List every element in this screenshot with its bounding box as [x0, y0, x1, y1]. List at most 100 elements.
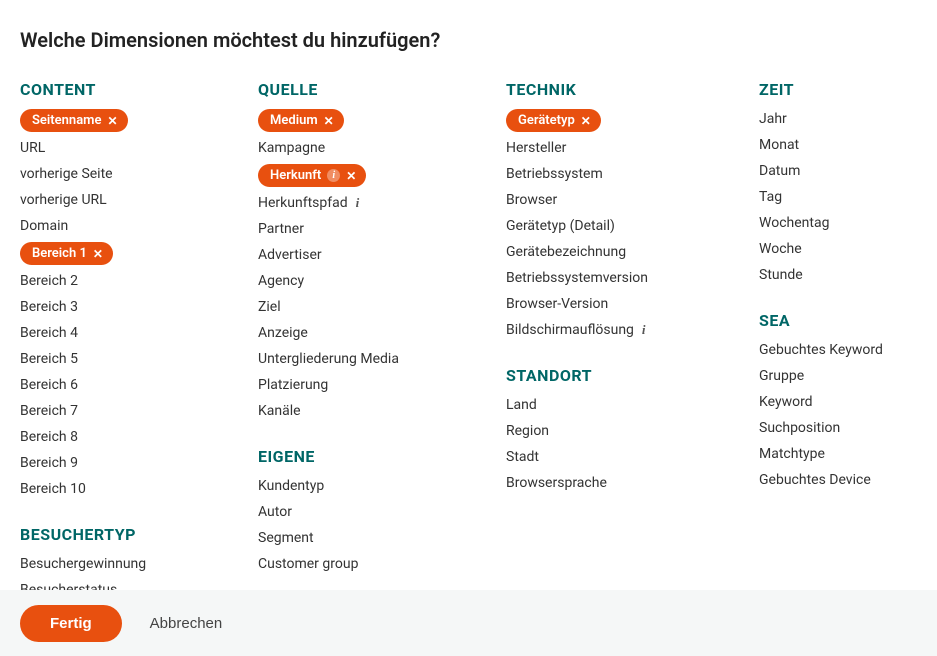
dimension-item-label: Bereich 8 — [20, 429, 78, 445]
dimension-chip[interactable]: Medium✕ — [258, 109, 344, 132]
dimension-item[interactable]: Betriebssystem — [506, 164, 731, 184]
dimension-item[interactable]: Gebuchtes Device — [759, 470, 937, 490]
dimension-item-label: Gruppe — [759, 368, 804, 384]
dimension-item[interactable]: Datum — [759, 161, 937, 181]
dimension-item[interactable]: Domain — [20, 216, 230, 236]
dimension-item-label: Land — [506, 397, 537, 413]
remove-icon[interactable]: ✕ — [93, 248, 103, 260]
info-icon[interactable]: i — [642, 322, 646, 338]
dimension-item[interactable]: Autor — [258, 502, 478, 522]
remove-icon[interactable]: ✕ — [346, 170, 356, 182]
dimension-item[interactable]: Betriebssystemversion — [506, 268, 731, 288]
dimension-item[interactable]: Besucherstatus — [20, 580, 230, 590]
dimension-item-label: Betriebssystemversion — [506, 270, 648, 286]
cancel-button[interactable]: Abbrechen — [150, 615, 223, 632]
dimension-chip[interactable]: Gerätetyp✕ — [506, 109, 601, 132]
group-content: CONTENTSeitenname✕URLvorherige Seitevorh… — [20, 80, 230, 499]
dimension-item[interactable]: Browsersprache — [506, 473, 731, 493]
dimension-item[interactable]: Stunde — [759, 265, 937, 285]
dimension-item[interactable]: Anzeige — [258, 323, 478, 343]
dimension-chip[interactable]: Bereich 1 ✕ — [20, 242, 113, 265]
dimension-item-label: Anzeige — [258, 325, 308, 341]
dimension-item-label: Ziel — [258, 299, 281, 315]
dimension-item[interactable]: Land — [506, 395, 731, 415]
dimension-item-label: Bereich 3 — [20, 299, 78, 315]
dimension-item-label: Partner — [258, 221, 304, 237]
dimension-item[interactable]: Keyword — [759, 392, 937, 412]
info-icon[interactable]: i — [356, 195, 360, 211]
dimension-item[interactable]: Gruppe — [759, 366, 937, 386]
remove-icon[interactable]: ✕ — [324, 115, 334, 127]
dimension-item[interactable]: Gerätebezeichnung — [506, 242, 731, 262]
dimension-item[interactable]: Agency — [258, 271, 478, 291]
dimension-item[interactable]: Suchposition — [759, 418, 937, 438]
dimension-item-label: Platzierung — [258, 377, 328, 393]
done-button[interactable]: Fertig — [20, 605, 122, 642]
dimension-item[interactable]: Gebuchtes Keyword — [759, 340, 937, 360]
dimension-item[interactable]: Tag — [759, 187, 937, 207]
dimension-item[interactable]: Segment — [258, 528, 478, 548]
dimension-item[interactable]: Bereich 2 — [20, 271, 230, 291]
dimension-item[interactable]: Bildschirmauflösungi — [506, 320, 731, 340]
column-3: TECHNIKGerätetyp✕HerstellerBetriebssyste… — [506, 80, 731, 590]
dimension-item-label: Gerätetyp (Detail) — [506, 218, 615, 234]
dimension-item[interactable]: Browser-Version — [506, 294, 731, 314]
dimension-item-label: Keyword — [759, 394, 813, 410]
dimension-item-label: Browser — [506, 192, 557, 208]
dimension-item[interactable]: Bereich 6 — [20, 375, 230, 395]
dimension-item-label: Kundentyp — [258, 478, 324, 494]
dimension-chip-label: Seitenname — [32, 113, 101, 128]
dimension-item-label: Untergliederung Media — [258, 351, 399, 367]
dimension-item-label: vorherige Seite — [20, 166, 113, 182]
dimension-item[interactable]: Kundentyp — [258, 476, 478, 496]
dimension-item[interactable]: Woche — [759, 239, 937, 259]
dimension-item-label: Tag — [759, 189, 782, 205]
dimension-item[interactable]: Bereich 4 — [20, 323, 230, 343]
dimension-item[interactable]: Stadt — [506, 447, 731, 467]
dimension-item[interactable]: Kampagne — [258, 138, 478, 158]
info-icon[interactable]: i — [327, 169, 340, 182]
dimension-item-label: Stadt — [506, 449, 539, 465]
dimension-chip[interactable]: Herkunfti✕ — [258, 164, 366, 187]
dimension-item[interactable]: Jahr — [759, 109, 937, 129]
dimension-item[interactable]: Customer group — [258, 554, 478, 574]
remove-icon[interactable]: ✕ — [107, 115, 117, 127]
dimension-item[interactable]: Bereich 8 — [20, 427, 230, 447]
dimension-item[interactable]: Bereich 9 — [20, 453, 230, 473]
remove-icon[interactable]: ✕ — [581, 115, 591, 127]
dimension-chip[interactable]: Seitenname ✕ — [20, 109, 128, 132]
dimension-item[interactable]: Bereich 5 — [20, 349, 230, 369]
dimension-item[interactable]: Herkunftspfadi — [258, 193, 478, 213]
dimension-item-label: Besucherstatus — [20, 582, 117, 590]
dimension-item[interactable]: Ziel — [258, 297, 478, 317]
dimension-item[interactable]: Browser — [506, 190, 731, 210]
dimension-item[interactable]: Wochentag — [759, 213, 937, 233]
dimension-item-label: Bereich 9 — [20, 455, 78, 471]
dimension-item[interactable]: Bereich 3 — [20, 297, 230, 317]
dimension-item[interactable]: Region — [506, 421, 731, 441]
dimension-item[interactable]: Gerätetyp (Detail) — [506, 216, 731, 236]
dimension-item[interactable]: Hersteller — [506, 138, 731, 158]
dimension-item[interactable]: vorherige Seite — [20, 164, 230, 184]
dimension-item[interactable]: Platzierung — [258, 375, 478, 395]
dimension-item[interactable]: Besuchergewinnung — [20, 554, 230, 574]
dimension-item[interactable]: Kanäle — [258, 401, 478, 421]
dimension-chip-label: Bereich 1 — [32, 246, 87, 261]
dimension-item-label: Betriebssystem — [506, 166, 603, 182]
group-heading-sea: SEA — [759, 311, 937, 330]
dimension-item[interactable]: URL — [20, 138, 230, 158]
dimension-item[interactable]: Partner — [258, 219, 478, 239]
dimension-item[interactable]: Monat — [759, 135, 937, 155]
dimension-item[interactable]: Bereich 10 — [20, 479, 230, 499]
group-heading-besuchertyp: BESUCHERTYP — [20, 525, 230, 544]
dialog-footer: Fertig Abbrechen — [0, 590, 937, 656]
dimension-item-label: Bereich 10 — [20, 481, 86, 497]
dimension-item[interactable]: vorherige URL — [20, 190, 230, 210]
dimension-item[interactable]: Bereich 7 — [20, 401, 230, 421]
dimension-item-label: Bereich 2 — [20, 273, 78, 289]
dimension-item[interactable]: Matchtype — [759, 444, 937, 464]
dimension-item[interactable]: Untergliederung Media — [258, 349, 478, 369]
dimension-item[interactable]: Advertiser — [258, 245, 478, 265]
dimension-item-label: Monat — [759, 137, 799, 153]
dimension-item-label: Advertiser — [258, 247, 322, 263]
